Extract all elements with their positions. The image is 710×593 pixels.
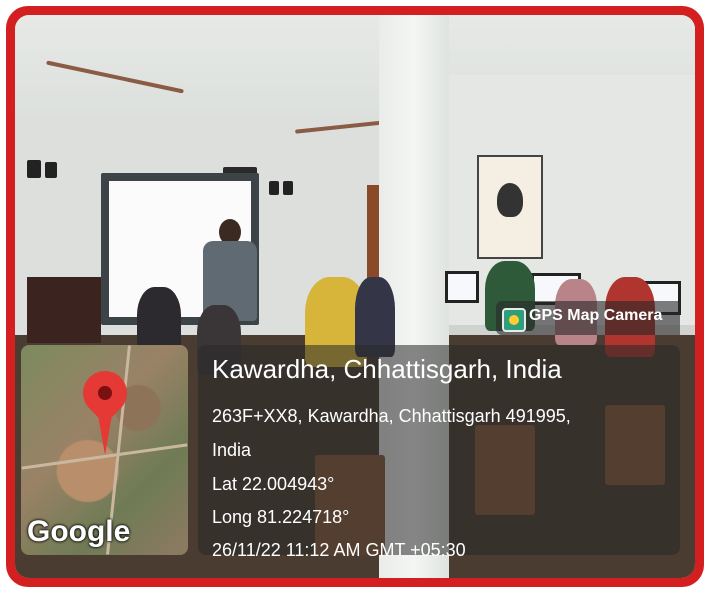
google-logo: Google xyxy=(27,515,131,548)
speaker xyxy=(27,160,41,178)
cabinet xyxy=(27,277,101,343)
app-badge-label: GPS Map Camera xyxy=(529,307,663,324)
gps-map-camera-icon xyxy=(502,308,526,332)
portrait xyxy=(497,183,523,217)
map-pin-dot xyxy=(98,386,112,400)
address-line-2: India xyxy=(212,440,252,460)
speaker xyxy=(45,162,57,178)
map-pin-tail xyxy=(98,415,112,455)
latitude: Lat 22.004943° xyxy=(212,474,335,494)
speaker xyxy=(283,181,293,195)
computer-monitor xyxy=(445,271,479,303)
speaker xyxy=(269,181,279,195)
wall-poster xyxy=(477,155,543,259)
longitude: Long 81.224718° xyxy=(212,507,350,527)
address-line-1: 263F+XX8, Kawardha, Chhattisgarh 491995, xyxy=(212,406,571,426)
location-map: Google xyxy=(21,345,188,555)
timestamp: 26/11/22 11:12 AM GMT +05:30 xyxy=(212,540,466,560)
location-title: Kawardha, Chhattisgarh, India xyxy=(212,354,562,384)
